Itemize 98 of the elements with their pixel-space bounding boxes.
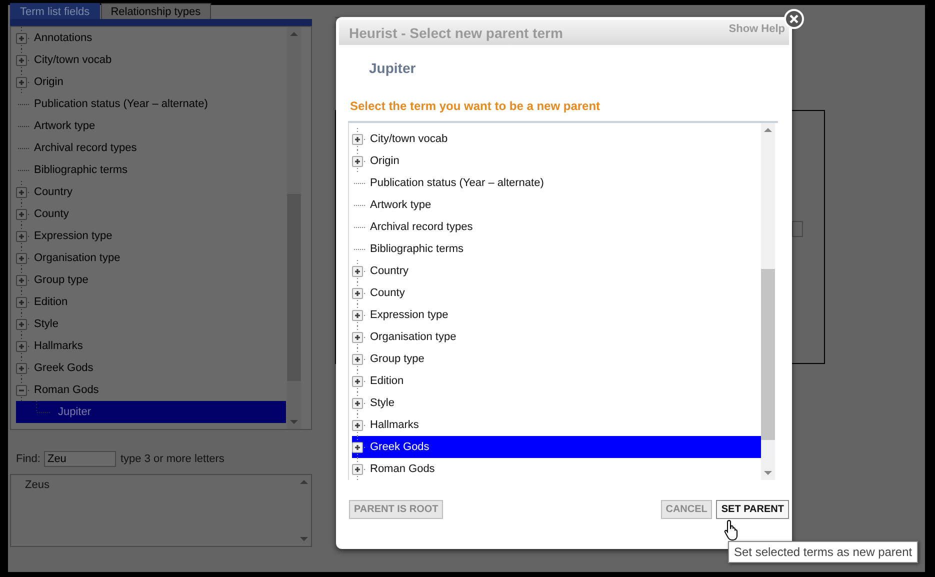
plus-icon[interactable]	[352, 310, 363, 320]
tree-row[interactable]: Archival record types	[16, 137, 286, 159]
tree-row[interactable]: Artwork type	[16, 115, 286, 137]
tab[interactable]: Term list fields	[10, 3, 100, 19]
find-field[interactable]: Zeu	[44, 451, 116, 467]
tree-row[interactable]: City/town vocab	[16, 49, 286, 71]
tree-row[interactable]: Group type	[16, 269, 286, 291]
tree-item-label: Roman Gods	[369, 463, 435, 475]
dialog-button[interactable]: CANCEL	[660, 500, 712, 519]
tree-row[interactable]: Artwork type	[352, 194, 761, 216]
tree-item-label: Edition	[369, 375, 404, 387]
tree-row[interactable]: Hallmarks	[352, 414, 761, 436]
tree-item-label: Organisation type	[369, 331, 456, 343]
dialog-button[interactable]: PARENT IS ROOT	[349, 500, 444, 519]
find-label: Find:	[16, 453, 40, 465]
tree-item-label: Country	[369, 265, 409, 277]
plus-icon[interactable]	[352, 332, 363, 342]
tree-item-label: Artwork type	[369, 199, 432, 211]
tree-item-label: Jupiter	[57, 406, 92, 418]
instruction-text: Select the term you want to be a new parent	[350, 99, 600, 113]
tab[interactable]: Relationship types	[100, 3, 211, 19]
tree-item-label: Bibliographic terms	[33, 164, 128, 176]
tree-row[interactable]: Country	[352, 260, 761, 282]
tree-item-label: Expression type	[33, 230, 112, 242]
tree-item-label: Origin	[33, 76, 64, 88]
plus-icon[interactable]	[352, 266, 363, 276]
tree-item-label: Edition	[33, 296, 68, 308]
tree-row[interactable]: Publication status (Year – alternate)	[16, 93, 286, 115]
tree-item-label: City/town vocab	[33, 54, 112, 66]
tree-item-label: Artwork type	[33, 120, 96, 132]
plus-icon[interactable]	[352, 134, 363, 144]
tree-row[interactable]: Edition	[16, 291, 286, 313]
tree-item-label: Roman Gods	[33, 384, 99, 396]
plus-icon[interactable]	[352, 420, 363, 430]
tree-item-label: Hallmarks	[369, 419, 419, 431]
tree-row[interactable]: Roman Gods	[16, 379, 286, 401]
tree-item-label: Style	[33, 318, 58, 330]
dialog-button[interactable]: SET PARENT	[716, 500, 789, 519]
tree-row[interactable]: Organisation type	[352, 326, 761, 348]
tree-row[interactable]: Annotations	[16, 27, 286, 49]
result-item[interactable]: Zeus	[25, 479, 50, 491]
term-name: Jupiter	[369, 60, 416, 76]
hand-cursor-icon	[724, 519, 740, 541]
plus-icon[interactable]	[352, 354, 363, 364]
tree-item-label: Greek Gods	[33, 362, 94, 374]
tree-item-label: Hallmarks	[33, 340, 83, 352]
tree-row[interactable]: County	[352, 282, 761, 304]
tree-row[interactable]: Publication status (Year – alternate)	[352, 172, 761, 194]
tree-item-label: Archival record types	[33, 142, 137, 154]
close-icon[interactable]	[784, 9, 804, 29]
tree-item-label: Publication status (Year – alternate)	[369, 177, 544, 189]
tree-item-label: Bibliographic terms	[369, 243, 464, 255]
input-field[interactable]	[792, 221, 803, 237]
tree-item-label: Publication status (Year – alternate)	[33, 98, 208, 110]
tree-row[interactable]: Greek Gods	[16, 357, 286, 379]
plus-icon[interactable]	[352, 442, 363, 452]
tree-item-label: Group type	[33, 274, 88, 286]
dialog-title: Heurist - Select new parent term	[349, 25, 563, 41]
tree-row[interactable]: Origin	[352, 150, 761, 172]
tree-item-label: Style	[369, 397, 394, 409]
tree-row[interactable]: City/town vocab	[352, 128, 761, 150]
tree-row[interactable]: Edition	[352, 370, 761, 392]
tree-row[interactable]: County	[16, 203, 286, 225]
plus-icon[interactable]	[352, 376, 363, 386]
tree-row[interactable]: Expression type	[16, 225, 286, 247]
tree-row[interactable]: Organisation type	[16, 247, 286, 269]
tree-row[interactable]: Origin	[16, 71, 286, 93]
tree-item-label: Archival record types	[369, 221, 473, 233]
tree-item-label: City/town vocab	[369, 133, 448, 145]
tree-item-label: Expression type	[369, 309, 448, 321]
tree-row[interactable]: Style	[16, 313, 286, 335]
plus-icon[interactable]	[352, 156, 363, 166]
tree-row[interactable]: Roman Gods	[352, 458, 761, 480]
tree-row[interactable]: Greek Gods	[352, 436, 761, 458]
tree-row[interactable]: Bibliographic terms	[352, 238, 761, 260]
tree-row[interactable]: Style	[352, 392, 761, 414]
tree-row[interactable]: Jupiter	[16, 401, 286, 423]
plus-icon[interactable]	[352, 464, 363, 474]
tree-item-label: Annotations	[33, 32, 92, 44]
help-link[interactable]: Show Help	[728, 23, 785, 35]
tree-item-label: Origin	[369, 155, 400, 167]
tree-item-label: County	[369, 287, 405, 299]
tree-item-label: Group type	[369, 353, 424, 365]
tree-row[interactable]: Country	[16, 181, 286, 203]
tree-item-label: County	[33, 208, 69, 220]
tree-item-label: Country	[33, 186, 73, 198]
find-hint: type 3 or more letters	[120, 453, 224, 465]
tree-item-label: Organisation type	[33, 252, 120, 264]
tree-row[interactable]: Expression type	[352, 304, 761, 326]
plus-icon[interactable]	[352, 288, 363, 298]
tree-row[interactable]: Bibliographic terms	[16, 159, 286, 181]
tree-row[interactable]: Group type	[352, 348, 761, 370]
tree-row[interactable]: Hallmarks	[16, 335, 286, 357]
tree-item-label: Greek Gods	[369, 441, 430, 453]
tree-row[interactable]: Archival record types	[352, 216, 761, 238]
tooltip: Set selected terms as new parent	[728, 541, 918, 563]
minus-icon[interactable]	[16, 384, 27, 396]
plus-icon[interactable]	[352, 398, 363, 408]
